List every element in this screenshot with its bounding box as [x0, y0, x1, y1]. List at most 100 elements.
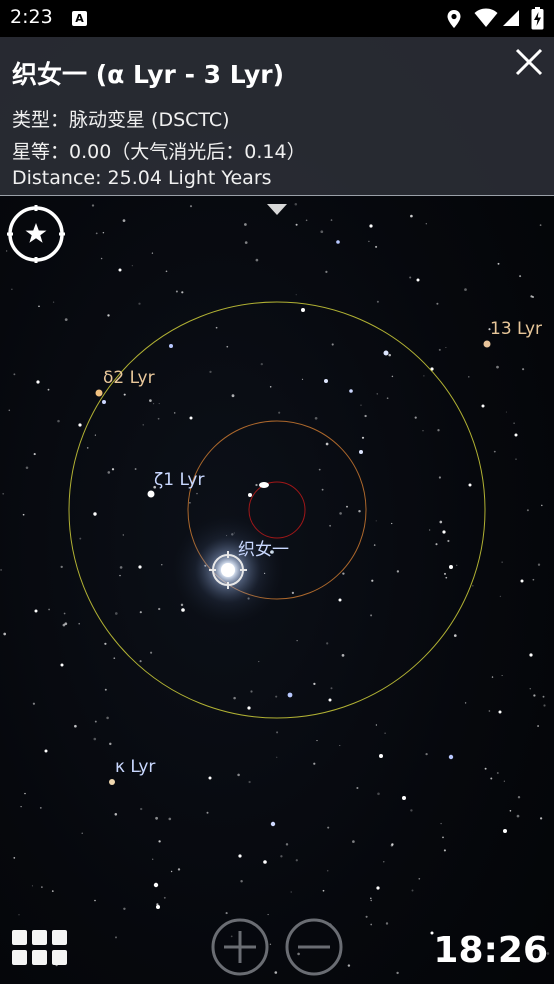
background-star — [226, 345, 229, 348]
background-star — [244, 223, 247, 226]
background-star — [349, 389, 353, 393]
background-star — [499, 595, 502, 598]
background-star — [47, 388, 50, 391]
background-star — [422, 430, 424, 432]
sky-view[interactable]: 13 Lyr δ2 Lyr ζ1 Lyr 织女一 κ Lyr 2:23 A 织女… — [0, 0, 554, 984]
background-star — [280, 855, 283, 858]
background-star — [388, 353, 391, 357]
background-star — [93, 512, 97, 516]
star-kappa-lyr[interactable] — [109, 779, 115, 785]
battery-charging-icon — [531, 7, 544, 30]
background-star — [123, 907, 126, 911]
background-star — [439, 520, 443, 524]
plus-icon — [211, 918, 269, 976]
background-star — [2, 492, 5, 495]
background-star — [57, 419, 60, 423]
vega-star[interactable] — [221, 563, 235, 577]
object-info-panel[interactable]: 织女一 (α Lyr - 3 Lyr) 类型：脉动变星 (DSCTC) 星等：0… — [0, 37, 554, 196]
background-star — [438, 348, 441, 351]
background-star — [18, 914, 20, 916]
background-star — [542, 695, 545, 698]
background-star — [107, 314, 110, 317]
star-target-icon — [7, 205, 65, 263]
background-star — [386, 397, 389, 400]
background-star — [276, 756, 278, 758]
background-star — [267, 914, 269, 916]
background-star — [409, 276, 412, 279]
background-star — [150, 651, 153, 654]
background-star — [529, 653, 533, 657]
background-star — [248, 780, 251, 784]
background-star — [325, 270, 328, 274]
background-star — [327, 826, 330, 829]
background-star — [396, 570, 400, 573]
background-star — [330, 687, 333, 690]
background-star — [181, 291, 184, 294]
background-star — [173, 412, 176, 414]
background-star — [152, 858, 154, 860]
label-13-lyr[interactable]: 13 Lyr — [490, 319, 542, 339]
background-star — [44, 749, 48, 753]
background-star — [443, 849, 446, 852]
background-star — [539, 224, 542, 226]
label-kappa-lyr[interactable]: κ Lyr — [115, 757, 155, 777]
background-star — [285, 843, 289, 846]
background-star — [369, 224, 373, 228]
background-star — [331, 343, 334, 346]
background-star — [138, 565, 142, 569]
background-star — [8, 409, 11, 412]
star-zeta1-lyr[interactable] — [147, 490, 155, 498]
background-star — [64, 318, 68, 321]
background-star — [472, 585, 474, 587]
star-delta2-lyr[interactable] — [95, 389, 103, 397]
background-star — [196, 492, 198, 495]
time-display[interactable]: 18:26 — [433, 930, 548, 971]
background-star — [313, 762, 316, 765]
background-star — [31, 885, 33, 887]
star-13-lyr[interactable] — [483, 340, 491, 348]
background-star — [161, 564, 163, 566]
background-star — [3, 632, 7, 636]
background-star — [269, 943, 272, 945]
zoom-out-button[interactable] — [285, 918, 343, 976]
background-star — [155, 816, 159, 820]
background-star — [62, 623, 66, 627]
background-star — [189, 501, 191, 504]
background-star — [140, 807, 143, 811]
background-star — [113, 657, 116, 660]
background-star — [39, 807, 42, 809]
background-star — [520, 579, 524, 583]
background-star — [158, 403, 160, 405]
object-distance: Distance: 25.04 Light Years — [12, 167, 272, 189]
background-star — [122, 219, 126, 222]
background-star — [263, 860, 267, 864]
zoom-in-button[interactable] — [211, 918, 269, 976]
background-star — [114, 813, 118, 816]
background-star — [370, 897, 372, 900]
background-star — [503, 829, 507, 833]
background-star — [34, 609, 38, 613]
background-star — [313, 682, 316, 686]
background-star — [119, 574, 121, 577]
background-star — [169, 344, 173, 348]
background-star — [402, 796, 406, 800]
label-delta2-lyr[interactable]: δ2 Lyr — [103, 368, 155, 388]
background-star — [346, 505, 348, 508]
background-star — [526, 509, 529, 512]
background-star — [533, 694, 536, 697]
background-star — [503, 780, 505, 782]
star-epsilon-lyr[interactable] — [259, 482, 269, 488]
close-button[interactable] — [510, 43, 548, 81]
background-star — [142, 424, 144, 426]
background-star — [94, 720, 97, 723]
background-star — [118, 268, 122, 272]
background-star — [32, 702, 36, 705]
favorite-button[interactable] — [7, 205, 65, 263]
chevron-down-icon[interactable] — [267, 204, 287, 215]
label-vega[interactable]: 织女一 — [238, 535, 289, 560]
background-star — [326, 869, 329, 872]
menu-grid-button[interactable] — [12, 930, 70, 968]
label-zeta1-lyr[interactable]: ζ1 Lyr — [154, 470, 204, 490]
background-star — [102, 400, 106, 404]
background-star — [52, 301, 55, 303]
